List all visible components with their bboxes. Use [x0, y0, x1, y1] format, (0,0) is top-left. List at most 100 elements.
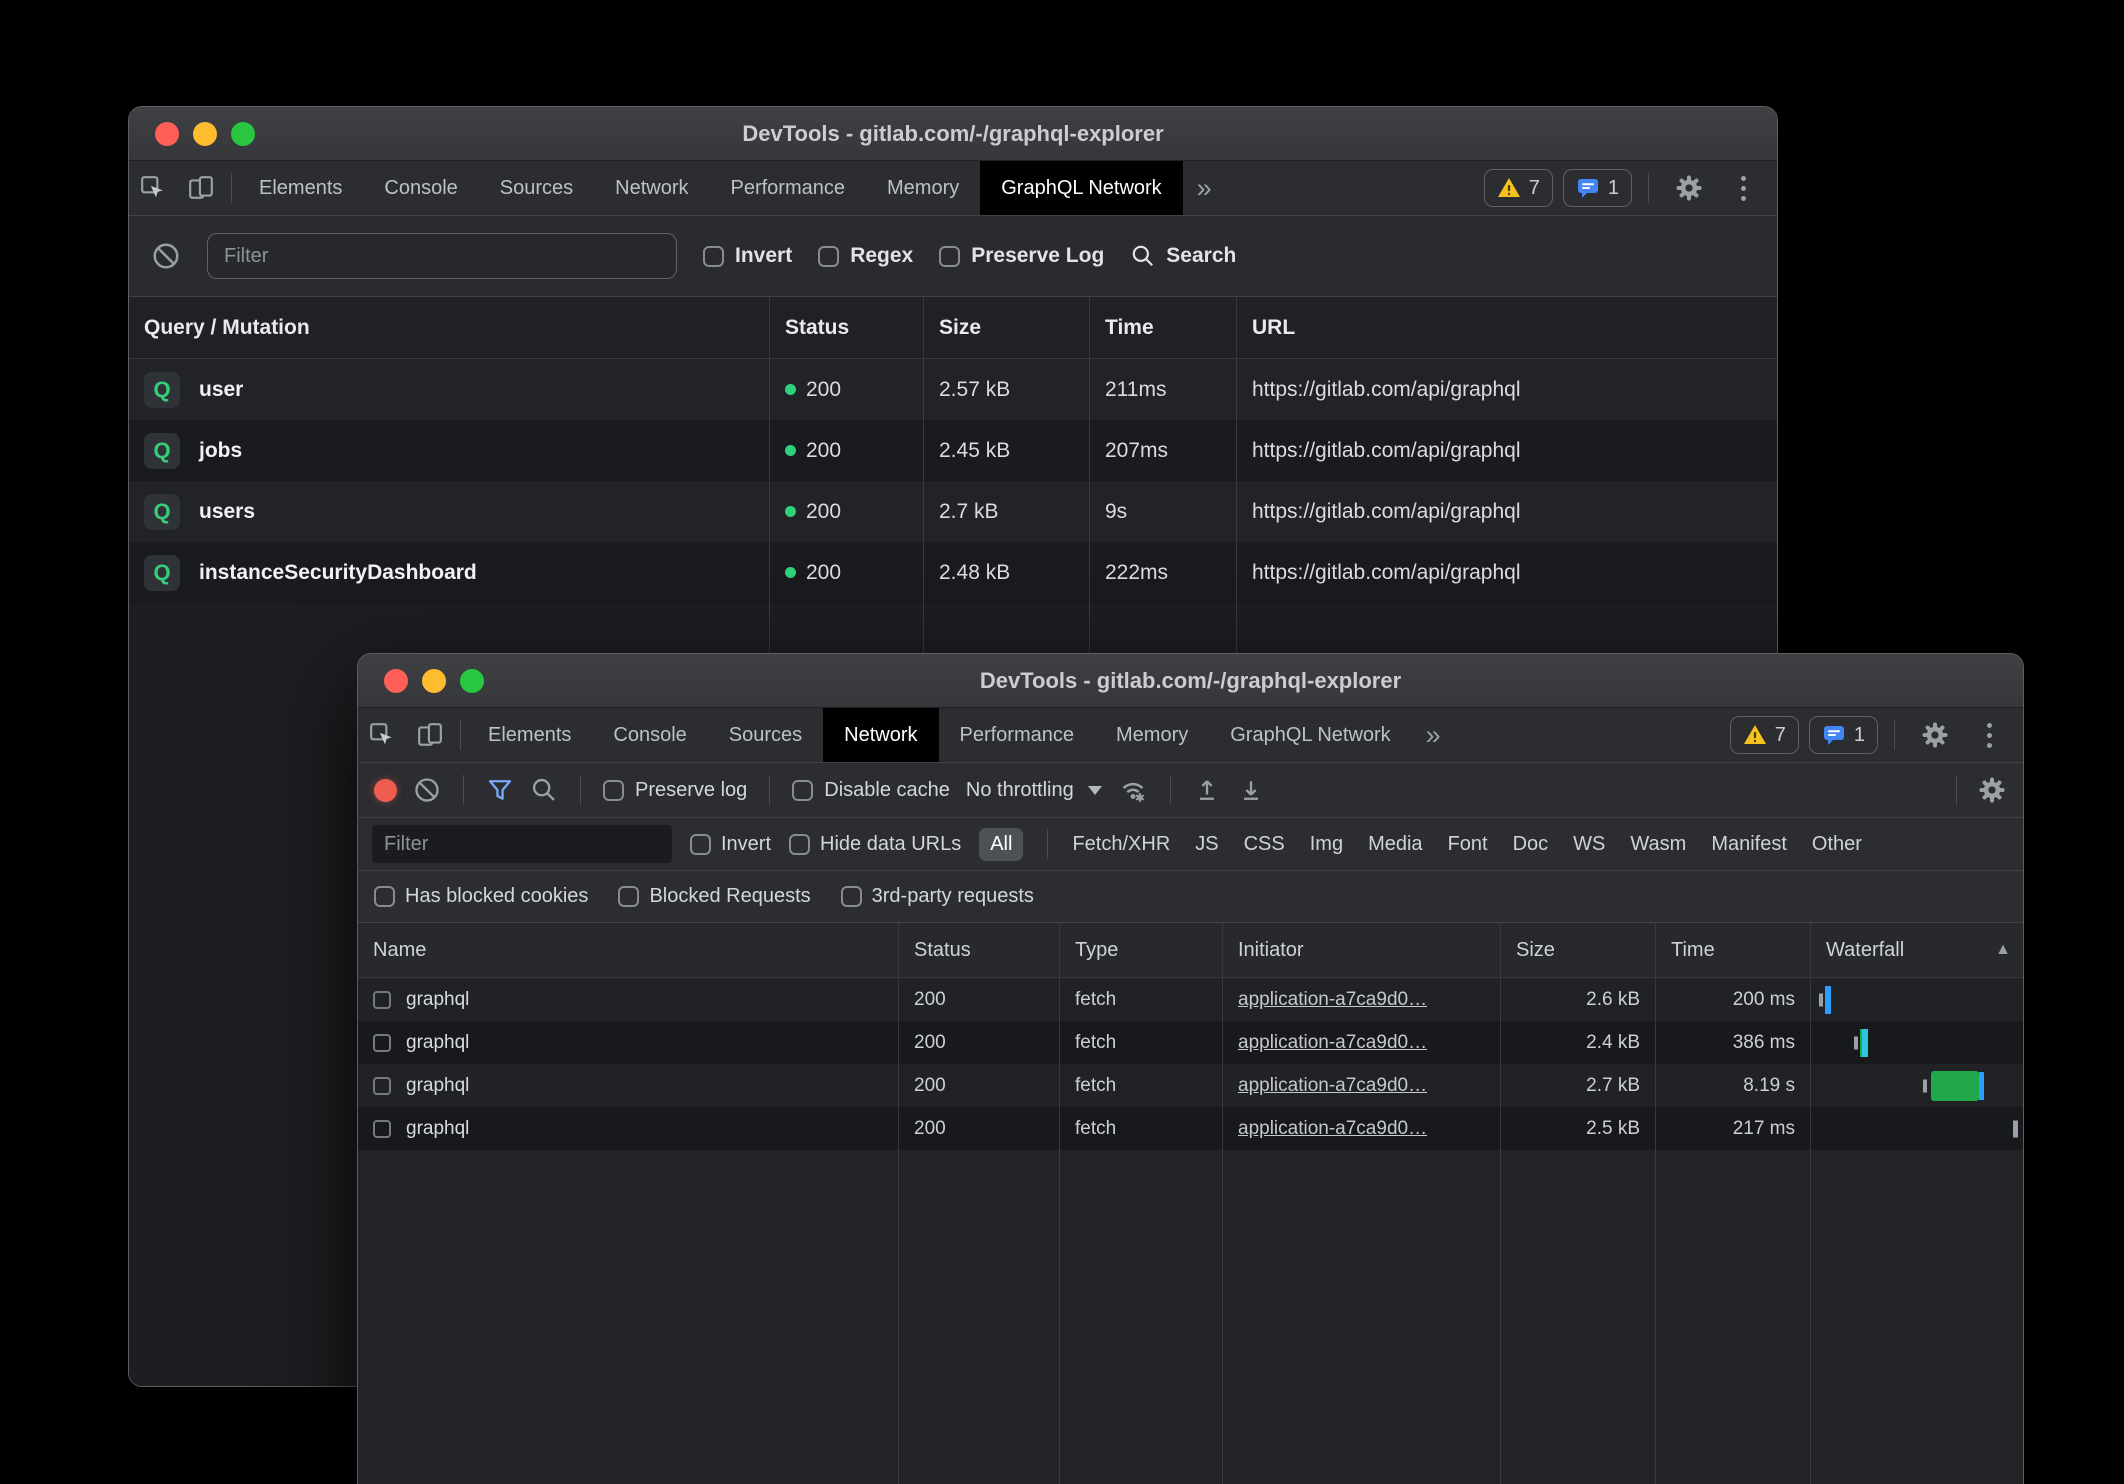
disable-cache-checkbox[interactable]: Disable cache [792, 779, 950, 802]
column-header-size[interactable]: Size [924, 297, 1090, 358]
tab-graphql-network[interactable]: GraphQL Network [1209, 708, 1411, 762]
blocked-requests-checkbox[interactable]: Blocked Requests [618, 885, 810, 908]
issues-badge[interactable]: 1 [1563, 169, 1632, 207]
type-filter-media[interactable]: Media [1368, 833, 1422, 856]
more-tabs-icon[interactable]: » [1412, 708, 1455, 762]
import-har-icon[interactable] [1193, 776, 1221, 804]
titlebar[interactable]: DevTools - gitlab.com/-/graphql-explorer [129, 107, 1777, 161]
column-header-type[interactable]: Type [1060, 923, 1223, 977]
column-header-waterfall[interactable]: Waterfall▲ [1811, 923, 2023, 977]
chevron-down-icon [1088, 786, 1102, 795]
type-filter-doc[interactable]: Doc [1513, 833, 1549, 856]
tab-elements[interactable]: Elements [238, 161, 363, 215]
network-request-row[interactable]: graphql 200 fetch application-a7ca9d0… 2… [358, 1021, 2023, 1064]
settings-gear-icon[interactable] [1911, 720, 1959, 750]
warnings-badge[interactable]: 7 [1484, 169, 1553, 207]
tab-console[interactable]: Console [592, 708, 707, 762]
row-checkbox[interactable] [373, 1077, 391, 1095]
graphql-request-row[interactable]: Qusers 200 2.7 kB 9s https://gitlab.com/… [129, 481, 1777, 542]
preserve-log-checkbox[interactable]: Preserve Log [939, 244, 1104, 268]
network-conditions-icon[interactable] [1118, 775, 1148, 805]
tab-console[interactable]: Console [363, 161, 478, 215]
waterfall-bars [1811, 1107, 2023, 1150]
column-header-name[interactable]: Name [358, 923, 899, 977]
type-filter-wasm[interactable]: Wasm [1630, 833, 1686, 856]
graphql-request-row[interactable]: Qjobs 200 2.45 kB 207ms https://gitlab.c… [129, 420, 1777, 481]
type-filter-img[interactable]: Img [1310, 833, 1343, 856]
tab-network[interactable]: Network [823, 708, 938, 762]
type-filter-css[interactable]: CSS [1244, 833, 1285, 856]
network-request-row[interactable]: graphql 200 fetch application-a7ca9d0… 2… [358, 1064, 2023, 1107]
type-filter-font[interactable]: Font [1448, 833, 1488, 856]
tab-graphql-network[interactable]: GraphQL Network [980, 161, 1182, 215]
kebab-menu-icon[interactable] [1969, 723, 2009, 748]
more-tabs-icon[interactable]: » [1183, 161, 1226, 215]
type-filter-manifest[interactable]: Manifest [1711, 833, 1787, 856]
initiator-link[interactable]: application-a7ca9d0… [1238, 989, 1427, 1011]
issues-badge[interactable]: 1 [1809, 716, 1878, 754]
column-header-size[interactable]: Size [1501, 923, 1656, 977]
divider [1956, 775, 1957, 805]
search-icon[interactable] [530, 776, 558, 804]
row-checkbox[interactable] [373, 1034, 391, 1052]
type-filter-js[interactable]: JS [1195, 833, 1218, 856]
initiator-link[interactable]: application-a7ca9d0… [1238, 1075, 1427, 1097]
column-header-status[interactable]: Status [899, 923, 1060, 977]
column-header-url[interactable]: URL [1237, 297, 1777, 358]
filter-input[interactable] [207, 233, 677, 279]
column-header-query-mutation[interactable]: Query / Mutation [129, 297, 770, 358]
device-toolbar-icon[interactable] [406, 708, 454, 762]
type-filter-all[interactable]: All [979, 828, 1023, 861]
record-button[interactable] [374, 779, 397, 802]
inspect-element-icon[interactable] [358, 708, 406, 762]
has-blocked-cookies-checkbox[interactable]: Has blocked cookies [374, 885, 588, 908]
network-request-row[interactable]: graphql 200 fetch application-a7ca9d0… 2… [358, 1107, 2023, 1150]
tab-sources[interactable]: Sources [708, 708, 823, 762]
tab-memory[interactable]: Memory [866, 161, 980, 215]
tab-sources[interactable]: Sources [479, 161, 594, 215]
network-request-row[interactable]: graphql 200 fetch application-a7ca9d0… 2… [358, 978, 2023, 1021]
network-toolbar: Preserve log Disable cache No throttling [358, 763, 2023, 818]
column-header-initiator[interactable]: Initiator [1223, 923, 1501, 977]
invert-checkbox[interactable]: Invert [703, 244, 792, 268]
throttling-dropdown[interactable]: No throttling [966, 779, 1102, 802]
column-header-time[interactable]: Time [1656, 923, 1811, 977]
tab-performance[interactable]: Performance [710, 161, 867, 215]
settings-gear-icon[interactable] [1665, 173, 1713, 203]
search-icon [1130, 243, 1156, 269]
initiator-link[interactable]: application-a7ca9d0… [1238, 1032, 1427, 1054]
type-filter-fetch-xhr[interactable]: Fetch/XHR [1072, 833, 1170, 856]
tab-memory[interactable]: Memory [1095, 708, 1209, 762]
row-checkbox[interactable] [373, 1120, 391, 1138]
desktop: DevTools - gitlab.com/-/graphql-explorer… [0, 0, 2124, 1484]
hide-data-urls-checkbox[interactable]: Hide data URLs [789, 833, 961, 856]
inspect-element-icon[interactable] [129, 161, 177, 215]
search-toggle[interactable]: Search [1130, 243, 1236, 269]
column-header-status[interactable]: Status [770, 297, 924, 358]
tab-network[interactable]: Network [594, 161, 709, 215]
filter-funnel-icon[interactable] [486, 776, 514, 804]
row-checkbox[interactable] [373, 991, 391, 1009]
tab-elements[interactable]: Elements [467, 708, 592, 762]
graphql-request-row[interactable]: QinstanceSecurityDashboard 200 2.48 kB 2… [129, 542, 1777, 603]
column-header-time[interactable]: Time [1090, 297, 1237, 358]
tab-performance[interactable]: Performance [939, 708, 1096, 762]
preserve-log-checkbox[interactable]: Preserve log [603, 779, 747, 802]
clear-icon[interactable] [413, 776, 441, 804]
invert-checkbox[interactable]: Invert [690, 833, 771, 856]
kebab-menu-icon[interactable] [1723, 176, 1763, 201]
type-filter-ws[interactable]: WS [1573, 833, 1605, 856]
device-toolbar-icon[interactable] [177, 161, 225, 215]
network-settings-gear-icon[interactable] [1977, 775, 2007, 805]
3rd-party-requests-checkbox[interactable]: 3rd-party requests [841, 885, 1034, 908]
network-filter-input[interactable] [372, 825, 672, 863]
warnings-badge[interactable]: 7 [1730, 716, 1799, 754]
type-filter-other[interactable]: Other [1812, 833, 1862, 856]
graphql-request-row[interactable]: Quser 200 2.57 kB 211ms https://gitlab.c… [129, 359, 1777, 420]
titlebar[interactable]: DevTools - gitlab.com/-/graphql-explorer [358, 654, 2023, 708]
sort-ascending-icon[interactable]: ▲ [1995, 941, 2011, 959]
initiator-link[interactable]: application-a7ca9d0… [1238, 1118, 1427, 1140]
block-icon[interactable] [151, 241, 181, 271]
regex-checkbox[interactable]: Regex [818, 244, 913, 268]
export-har-icon[interactable] [1237, 776, 1265, 804]
